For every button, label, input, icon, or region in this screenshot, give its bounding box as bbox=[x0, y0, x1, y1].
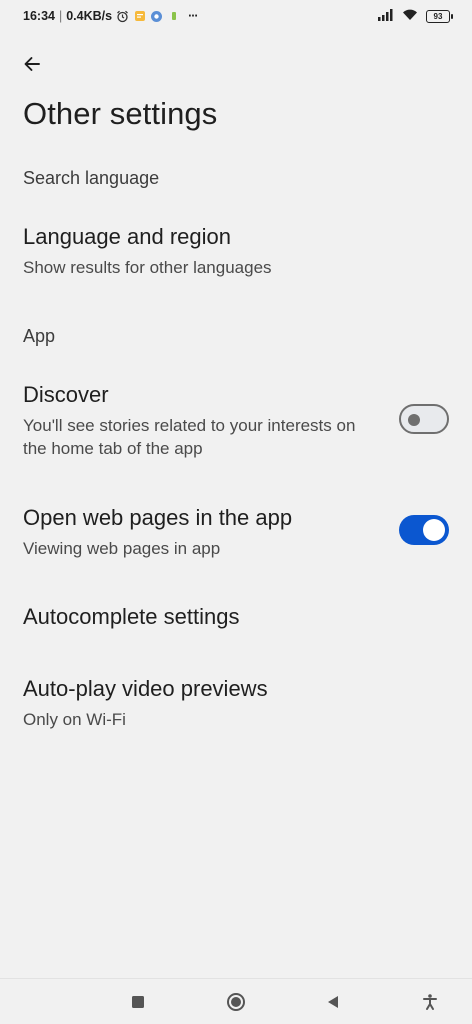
alarm-icon bbox=[116, 10, 129, 23]
setting-discover-title: Discover bbox=[23, 382, 109, 407]
toggle-knob bbox=[408, 414, 420, 426]
accessibility-button[interactable] bbox=[419, 991, 441, 1013]
back-nav-button[interactable] bbox=[322, 991, 344, 1013]
setting-open-web-pages-title: Open web pages in the app bbox=[23, 505, 293, 530]
more-notifications-icon: ··· bbox=[188, 9, 198, 23]
status-bar: 16:34 | 0.4KB/s ··· 93 bbox=[0, 0, 472, 34]
recents-button[interactable] bbox=[127, 991, 149, 1013]
app-notification-icon bbox=[150, 10, 163, 23]
setting-language-region-subtitle: Show results for other languages bbox=[23, 258, 272, 277]
home-button[interactable] bbox=[225, 991, 247, 1013]
accessibility-icon bbox=[423, 994, 437, 1010]
status-left: 16:34 | 0.4KB/s ··· bbox=[23, 9, 199, 23]
open-web-pages-toggle[interactable] bbox=[399, 515, 449, 545]
circle-home-icon bbox=[227, 993, 245, 1011]
setting-autoplay-subtitle: Only on Wi-Fi bbox=[23, 710, 126, 729]
triangle-back-icon bbox=[328, 996, 338, 1008]
battery-icon: 93 bbox=[426, 10, 453, 23]
signal-icon bbox=[378, 9, 394, 24]
setting-autoplay-title: Auto-play video previews bbox=[23, 676, 268, 701]
discover-toggle[interactable] bbox=[399, 404, 449, 434]
setting-discover-subtitle-line1: You'll see stories related to your inter… bbox=[23, 416, 356, 435]
network-speed: 0.4KB/s bbox=[66, 9, 113, 23]
small-app-icon bbox=[167, 10, 180, 23]
back-button[interactable] bbox=[18, 50, 46, 78]
toggle-knob bbox=[423, 519, 445, 541]
setting-autocomplete-title: Autocomplete settings bbox=[23, 604, 240, 629]
setting-discover-subtitle-line2: the home tab of the app bbox=[23, 439, 203, 458]
status-separator: | bbox=[58, 9, 63, 23]
system-nav-bar bbox=[0, 978, 472, 1024]
arrow-left-icon bbox=[24, 57, 40, 71]
section-header-app: App bbox=[23, 326, 56, 346]
square-recents-icon bbox=[132, 996, 144, 1008]
status-right: 93 bbox=[378, 9, 453, 24]
section-header-search-language: Search language bbox=[23, 168, 160, 188]
status-time: 16:34 bbox=[23, 9, 55, 23]
wifi-icon bbox=[402, 9, 418, 24]
page-title: Other settings bbox=[23, 96, 218, 131]
setting-open-web-pages-subtitle: Viewing web pages in app bbox=[23, 539, 221, 558]
notes-app-icon bbox=[133, 10, 146, 23]
setting-language-region-title: Language and region bbox=[23, 224, 231, 249]
